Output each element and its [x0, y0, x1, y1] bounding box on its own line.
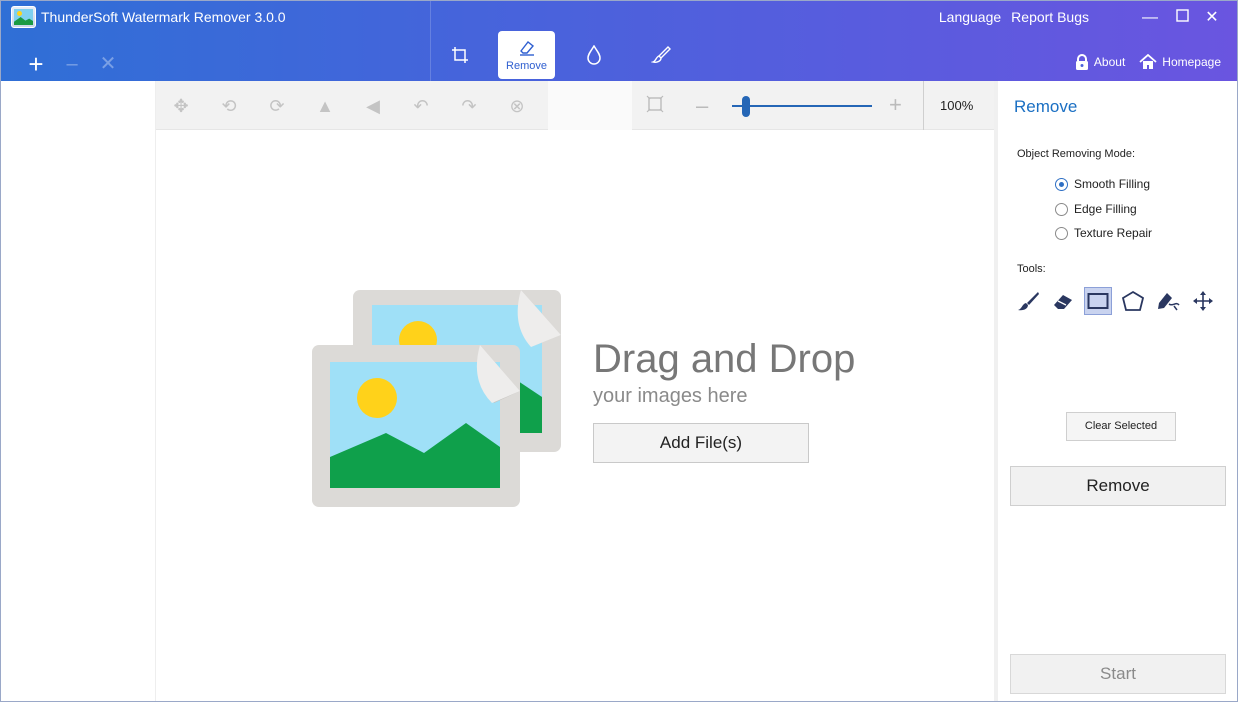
- add-files-button[interactable]: Add File(s): [593, 423, 809, 463]
- move-icon: [1193, 291, 1213, 311]
- brush-tool[interactable]: [1014, 287, 1042, 315]
- zoom-level: 100%: [940, 98, 974, 113]
- start-button[interactable]: Start: [1010, 654, 1226, 694]
- remove-panel: Remove Object Removing Mode: Smooth Fill…: [998, 81, 1237, 701]
- home-icon: [1139, 54, 1157, 69]
- homepage-label: Homepage: [1162, 55, 1221, 69]
- mode-tabs: Remove: [431, 31, 689, 79]
- edit-tools: ✥ ⟲ ⟳ ▲ ◀ ↶ ↷ ⊗: [170, 95, 528, 117]
- fit-to-window-icon[interactable]: [644, 95, 666, 117]
- polygon-select-tool[interactable]: [1119, 287, 1147, 315]
- mode-edge-filling-label: Edge Filling: [1074, 202, 1137, 216]
- tools-row: [1014, 287, 1217, 315]
- brush-icon: [650, 46, 671, 63]
- eraser-tool[interactable]: [1049, 287, 1077, 315]
- brush-icon: [1018, 292, 1039, 311]
- remove-button[interactable]: Remove: [1010, 466, 1226, 506]
- pen-select-icon: [1158, 293, 1180, 311]
- mode-edge-filling[interactable]: Edge Filling: [1055, 202, 1137, 216]
- homepage-link[interactable]: Homepage: [1139, 54, 1221, 70]
- tab-brush[interactable]: [632, 31, 689, 79]
- images-illustration-icon: [312, 290, 561, 507]
- radio-smooth-filling[interactable]: [1055, 177, 1068, 191]
- flip-horizontal-icon[interactable]: ▲: [314, 95, 336, 117]
- rotate-right-icon[interactable]: ⟳: [266, 95, 288, 117]
- app-logo-icon: [11, 6, 36, 28]
- tab-watermark[interactable]: [565, 31, 622, 79]
- panel-title: Remove: [1014, 97, 1078, 116]
- drop-title: Drag and Drop: [593, 337, 856, 381]
- clear-selected-button[interactable]: Clear Selected: [1066, 412, 1176, 441]
- mode-texture-repair[interactable]: Texture Repair: [1055, 226, 1152, 240]
- app-title: ThunderSoft Watermark Remover 3.0.0: [41, 9, 286, 25]
- language-link[interactable]: Language: [939, 9, 1001, 25]
- tab-remove-label: Remove: [506, 59, 547, 72]
- pen-select-tool[interactable]: [1154, 287, 1182, 315]
- move-icon[interactable]: ✥: [170, 95, 192, 117]
- tools-label: Tools:: [1017, 263, 1046, 275]
- mode-label: Object Removing Mode:: [1017, 148, 1135, 160]
- about-label: About: [1093, 55, 1126, 69]
- eraser-icon: [519, 40, 534, 56]
- mode-texture-repair-label: Texture Repair: [1074, 226, 1153, 240]
- undo-icon[interactable]: ↶: [410, 95, 432, 117]
- radio-edge-filling[interactable]: [1055, 202, 1068, 216]
- rotate-left-icon[interactable]: ⟲: [218, 95, 240, 117]
- mode-smooth-filling[interactable]: Smooth Filling: [1055, 177, 1150, 191]
- polygon-select-icon: [1121, 290, 1145, 311]
- zoom-slider-thumb[interactable]: [742, 96, 750, 117]
- app-window: ThunderSoft Watermark Remover 3.0.0 Lang…: [0, 0, 1238, 702]
- drop-icon: [586, 45, 601, 65]
- cancel-icon[interactable]: ⊗: [506, 95, 528, 117]
- remove-file-icon[interactable]: –: [61, 53, 83, 75]
- header-right: About Homepage: [1075, 54, 1221, 70]
- redo-icon[interactable]: ↷: [458, 95, 480, 117]
- toolbar-spacer: [548, 81, 632, 130]
- add-file-icon[interactable]: +: [25, 51, 47, 77]
- file-list-panel: [1, 81, 156, 701]
- radio-texture-repair[interactable]: [1055, 226, 1068, 240]
- about-link[interactable]: About: [1075, 54, 1125, 70]
- move-tool[interactable]: [1189, 287, 1217, 315]
- rectangle-select-icon: [1087, 293, 1109, 309]
- file-actions: + – ✕: [25, 51, 119, 77]
- top-links: Language Report Bugs: [939, 9, 1089, 25]
- zoom-out-icon[interactable]: –: [696, 93, 708, 119]
- tab-crop[interactable]: [431, 31, 488, 79]
- mode-smooth-filling-label: Smooth Filling: [1074, 177, 1151, 191]
- lock-icon: [1075, 54, 1088, 70]
- title-bar: ThunderSoft Watermark Remover 3.0.0 Lang…: [1, 1, 1237, 81]
- zoom-separator: [923, 81, 924, 130]
- rectangle-select-tool[interactable]: [1084, 287, 1112, 315]
- canvas-toolbar: ✥ ⟲ ⟳ ▲ ◀ ↶ ↷ ⊗ – + 100%: [156, 81, 994, 130]
- drop-subtitle: your images here: [593, 385, 748, 407]
- eraser-icon: [1054, 295, 1072, 309]
- minimize-window-icon[interactable]: —: [1141, 9, 1159, 27]
- flip-vertical-icon[interactable]: ◀: [362, 95, 384, 117]
- close-window-icon[interactable]: ✕: [1203, 9, 1221, 27]
- maximize-window-icon[interactable]: [1173, 9, 1191, 27]
- report-bugs-link[interactable]: Report Bugs: [1011, 9, 1089, 25]
- zoom-slider-track[interactable]: [732, 105, 872, 107]
- crop-icon: [451, 47, 468, 63]
- tab-remove[interactable]: Remove: [498, 31, 555, 79]
- zoom-in-icon[interactable]: +: [889, 92, 902, 118]
- clear-files-icon[interactable]: ✕: [97, 53, 119, 75]
- drop-area[interactable]: Drag and Drop your images here Add File(…: [156, 130, 994, 701]
